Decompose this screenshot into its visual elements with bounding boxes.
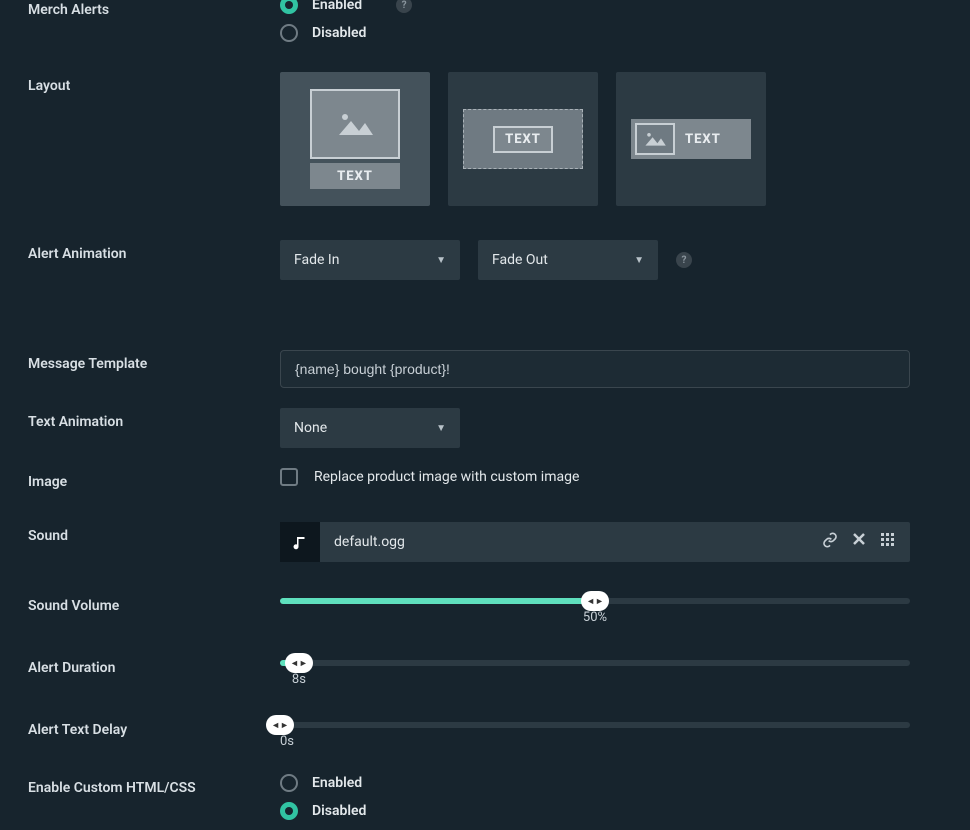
merch-alerts-radio-group: Enabled ? Disabled (280, 0, 910, 42)
text-animation-label: Text Animation (0, 408, 280, 430)
alert-duration-slider[interactable]: ◄► 8s (280, 654, 910, 666)
radio-unchecked-icon (280, 774, 298, 792)
alert-text-delay-label: Alert Text Delay (0, 716, 280, 738)
sound-label: Sound (0, 522, 280, 544)
custom-html-enabled-label: Enabled (312, 775, 362, 791)
alert-animation-in-select[interactable]: Fade In ▼ (280, 240, 460, 280)
help-icon[interactable]: ? (676, 252, 692, 268)
sound-volume-label: Sound Volume (0, 592, 280, 614)
slider-thumb-icon[interactable]: ◄► (285, 653, 313, 673)
custom-html-label: Enable Custom HTML/CSS (0, 774, 280, 796)
chevron-down-icon: ▼ (436, 255, 446, 266)
custom-html-disabled-label: Disabled (312, 803, 366, 819)
text-animation-value: None (294, 420, 327, 436)
layout-option-text-overlay[interactable]: TEXT (448, 72, 598, 206)
alert-animation-out-select[interactable]: Fade Out ▼ (478, 240, 658, 280)
sound-filename: default.ogg (320, 534, 822, 550)
merch-alerts-enabled-option[interactable]: Enabled ? (280, 0, 910, 14)
chevron-down-icon: ▼ (634, 255, 644, 266)
close-icon[interactable] (852, 532, 866, 552)
replace-image-checkbox-label: Replace product image with custom image (314, 469, 579, 485)
sound-volume-value: 50% (583, 610, 607, 625)
layout-text-token: TEXT (493, 126, 553, 153)
sound-volume-slider[interactable]: ◄► 50% (280, 592, 910, 604)
custom-html-disabled-option[interactable]: Disabled (280, 802, 910, 820)
message-template-input[interactable] (280, 350, 910, 388)
slider-thumb-icon[interactable]: ◄► (266, 715, 294, 735)
media-library-icon[interactable] (880, 532, 896, 552)
layout-text-token: TEXT (310, 163, 400, 189)
replace-image-checkbox[interactable] (280, 468, 298, 486)
message-template-label: Message Template (0, 350, 280, 372)
radio-checked-icon (280, 802, 298, 820)
alert-duration-label: Alert Duration (0, 654, 280, 676)
alert-animation-out-value: Fade Out (492, 252, 548, 268)
image-placeholder-icon (635, 123, 675, 155)
image-placeholder-icon (310, 89, 400, 159)
alert-animation-label: Alert Animation (0, 240, 280, 262)
alert-text-delay-value: 0s (280, 734, 294, 749)
link-icon[interactable] (822, 532, 838, 552)
merch-alerts-label: Merch Alerts (0, 0, 280, 18)
layout-options: TEXT TEXT TEXT (280, 72, 910, 206)
layout-option-image-above[interactable]: TEXT (280, 72, 430, 206)
image-placeholder-icon: TEXT (463, 109, 583, 169)
merch-alerts-enabled-label: Enabled (312, 0, 362, 13)
layout-label: Layout (0, 72, 280, 94)
music-note-icon (280, 522, 320, 562)
radio-unchecked-icon (280, 24, 298, 42)
text-animation-select[interactable]: None ▼ (280, 408, 460, 448)
alert-duration-value: 8s (292, 672, 306, 687)
sound-file-bar: default.ogg (280, 522, 910, 562)
slider-thumb-icon[interactable]: ◄► (581, 591, 609, 611)
alert-animation-in-value: Fade In (294, 252, 339, 268)
chevron-down-icon: ▼ (436, 423, 446, 434)
layout-option-side-by-side[interactable]: TEXT (616, 72, 766, 206)
radio-checked-icon (280, 0, 298, 14)
merch-alerts-disabled-option[interactable]: Disabled (280, 24, 910, 42)
merch-alerts-disabled-label: Disabled (312, 25, 366, 41)
layout-text-token: TEXT (679, 132, 721, 147)
help-icon[interactable]: ? (396, 0, 412, 13)
custom-html-enabled-option[interactable]: Enabled (280, 774, 910, 792)
alert-text-delay-slider[interactable]: ◄► 0s (280, 716, 910, 728)
image-label: Image (0, 468, 280, 490)
custom-html-radio-group: Enabled Disabled (280, 774, 910, 820)
